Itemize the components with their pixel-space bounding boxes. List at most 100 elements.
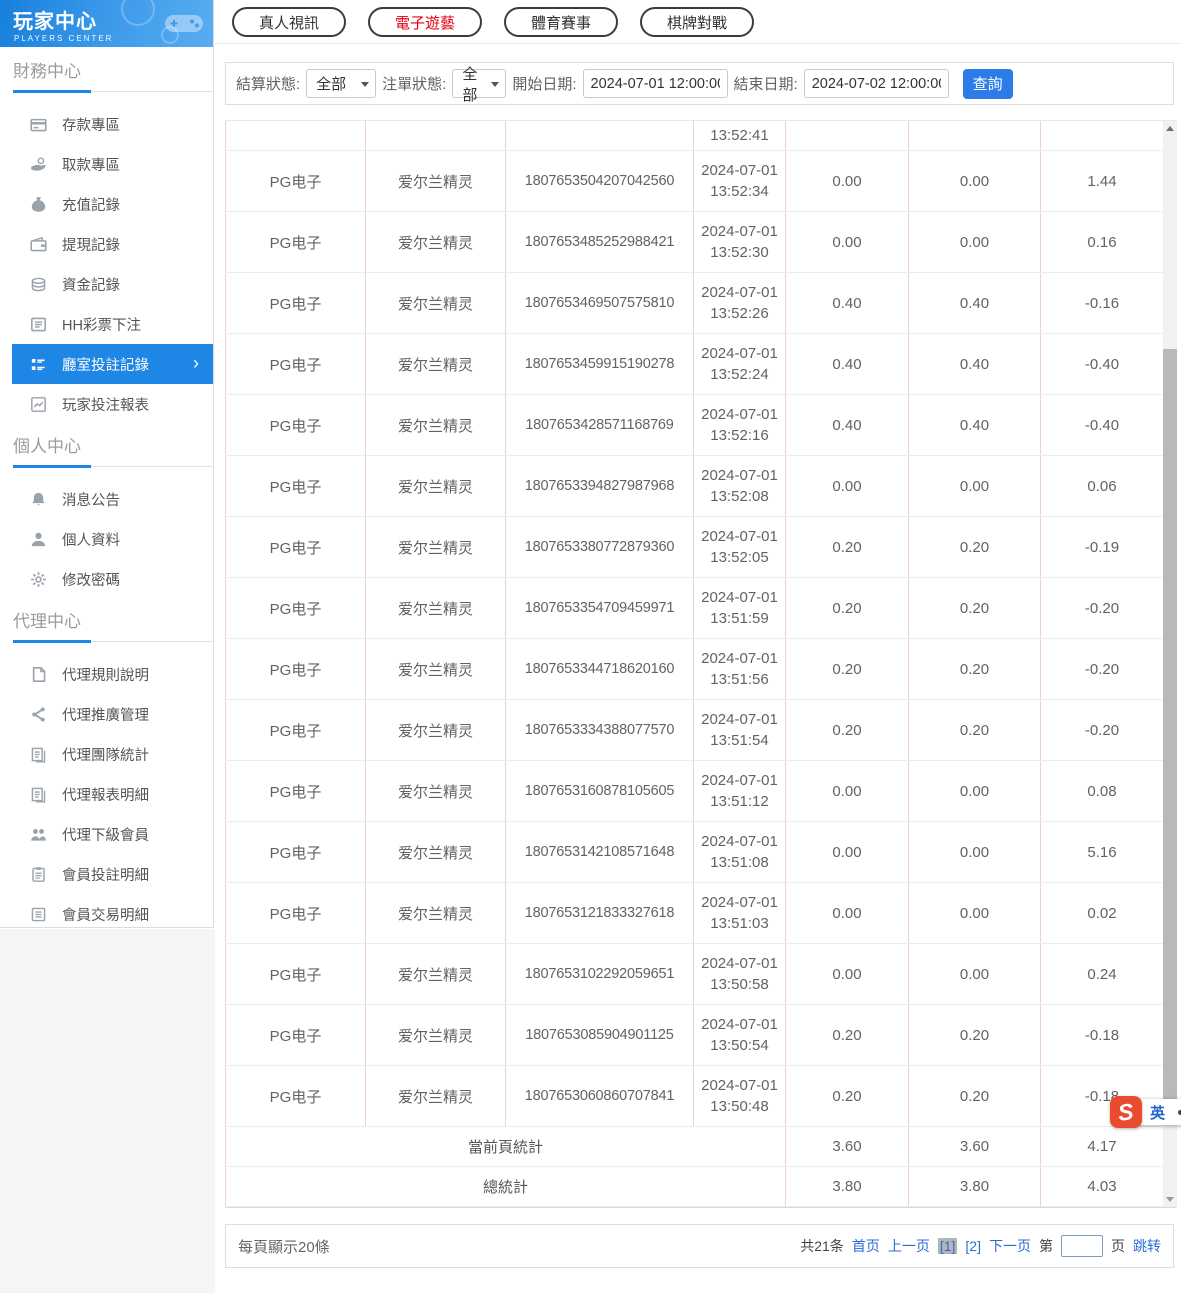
- section-underline: [13, 466, 213, 467]
- sidebar-background-filler: [0, 929, 215, 1293]
- partial-scrolled-row: 13:52:41: [226, 121, 1164, 151]
- sidebar-item[interactable]: 資金記錄 ›: [12, 264, 213, 304]
- game-cell: 爱尔兰精灵: [366, 700, 506, 761]
- platform-cell: PG电子: [226, 212, 366, 273]
- partial-row-time: 13:52:41: [694, 121, 786, 151]
- bet-amount-cell: 0.00: [786, 151, 909, 212]
- valid-bet-cell: 0.00: [909, 456, 1041, 517]
- profit-cell: 0.02: [1041, 883, 1164, 944]
- platform-cell: PG电子: [226, 456, 366, 517]
- order-id-cell: 1807653354709459971: [506, 578, 694, 639]
- category-tab[interactable]: 棋牌對戰: [640, 7, 754, 37]
- agent-promo-share-icon: [30, 706, 47, 723]
- jump-button[interactable]: 跳转: [1133, 1236, 1161, 1256]
- order-id-cell: 1807653344718620160: [506, 639, 694, 700]
- sidebar-item[interactable]: 代理規則說明 ›: [12, 654, 213, 694]
- datetime-cell: 2024-07-0113:51:12: [694, 761, 786, 822]
- start-date-input[interactable]: [583, 69, 728, 98]
- sidebar-item[interactable]: 玩家投注報表 ›: [12, 384, 213, 424]
- first-page-link[interactable]: 首页: [852, 1236, 880, 1256]
- sidebar-item-label: 存款專區: [62, 114, 120, 135]
- datetime-cell: 2024-07-0113:50:58: [694, 944, 786, 1005]
- profit-cell: -0.18: [1041, 1005, 1164, 1066]
- valid-bet-cell: 0.20: [909, 578, 1041, 639]
- game-cell: 爱尔兰精灵: [366, 1005, 506, 1066]
- sidebar-item[interactable]: HH彩票下注 ›: [12, 304, 213, 344]
- gamepad-icon: [163, 8, 205, 38]
- page-number-link[interactable]: [1]: [938, 1238, 958, 1254]
- game-cell: 爱尔兰精灵: [366, 517, 506, 578]
- prev-page-link[interactable]: 上一页: [888, 1236, 930, 1256]
- profit-cell: -0.16: [1041, 273, 1164, 334]
- report-detail-icon: [30, 786, 47, 803]
- scroll-down-arrow-icon[interactable]: [1163, 1191, 1177, 1207]
- bet-amount-cell: 0.40: [786, 395, 909, 456]
- jump-suffix-label: 页: [1111, 1236, 1125, 1256]
- caret-down-icon: [491, 82, 499, 87]
- game-cell: 爱尔兰精灵: [366, 944, 506, 1005]
- page-number-link[interactable]: [2]: [965, 1238, 981, 1254]
- category-tab[interactable]: 真人視訊: [232, 7, 346, 37]
- sidebar-item[interactable]: 代理推廣管理 ›: [12, 694, 213, 734]
- sidebar-item-label: 取款專區: [62, 154, 120, 175]
- sidebar-item[interactable]: 修改密碼 ›: [12, 559, 213, 599]
- valid-bet-cell: 0.00: [909, 944, 1041, 1005]
- summary-profit: 4.03: [1041, 1167, 1164, 1207]
- end-date-input[interactable]: [804, 69, 949, 98]
- jump-page-input[interactable]: [1061, 1235, 1103, 1257]
- bet-amount-cell: 0.40: [786, 273, 909, 334]
- category-tab[interactable]: 電子遊藝: [368, 7, 482, 37]
- platform-cell: PG电子: [226, 395, 366, 456]
- sidebar-item[interactable]: 個人資料 ›: [12, 519, 213, 559]
- sidebar-item[interactable]: 會員交易明細 ›: [12, 894, 213, 928]
- player-report-chart-icon: [30, 396, 47, 413]
- table-row: PG电子 爱尔兰精灵 1807653085904901125 2024-07-0…: [226, 1005, 1164, 1066]
- order-id-cell: 1807653428571168769: [506, 395, 694, 456]
- datetime-cell: 2024-07-0113:51:08: [694, 822, 786, 883]
- valid-bet-cell: 0.20: [909, 517, 1041, 578]
- sidebar-item[interactable]: 會員投註明細 ›: [12, 854, 213, 894]
- filter-bar: 結算狀態: 全部 注單狀態: 全部 開始日期: 結束日期: 查詢: [225, 62, 1174, 105]
- settle-status-select[interactable]: 全部: [306, 69, 376, 98]
- section-title: 財務中心: [13, 57, 213, 82]
- scrollbar-thumb[interactable]: [1163, 349, 1177, 1119]
- profit-cell: -0.20: [1041, 639, 1164, 700]
- sidebar-item-label: 代理團隊統計: [62, 744, 149, 765]
- valid-bet-cell: 0.40: [909, 334, 1041, 395]
- table-row: PG电子 爱尔兰精灵 1807653428571168769 2024-07-0…: [226, 395, 1164, 456]
- sidebar-item[interactable]: 充值記錄 ›: [12, 184, 213, 224]
- agent-rules-document-icon: [30, 666, 47, 683]
- category-tab[interactable]: 體育賽事: [504, 7, 618, 37]
- next-page-link[interactable]: 下一页: [989, 1236, 1031, 1256]
- sidebar-item[interactable]: 取款專區 ›: [12, 144, 213, 184]
- platform-cell: PG电子: [226, 639, 366, 700]
- scroll-up-arrow-icon[interactable]: [1163, 121, 1177, 137]
- sidebar-item-label: 提現記錄: [62, 234, 120, 255]
- datetime-cell: 2024-07-0113:52:08: [694, 456, 786, 517]
- table-row: PG电子 爱尔兰精灵 1807653485252988421 2024-07-0…: [226, 212, 1164, 273]
- datetime-cell: 2024-07-0113:52:34: [694, 151, 786, 212]
- lottery-bet-icon: [30, 316, 47, 333]
- game-cell: 爱尔兰精灵: [366, 883, 506, 944]
- sidebar-item[interactable]: 提現記錄 ›: [12, 224, 213, 264]
- sidebar-item[interactable]: 廳室投註記錄 ›: [12, 344, 213, 384]
- profit-cell: 0.06: [1041, 456, 1164, 517]
- sidebar-item[interactable]: 代理報表明細 ›: [12, 774, 213, 814]
- sidebar-item[interactable]: 消息公告 ›: [12, 479, 213, 519]
- ime-indicator[interactable]: 英 S: [1110, 1096, 1181, 1132]
- sidebar-item-label: 會員交易明細: [62, 904, 149, 925]
- vertical-scrollbar[interactable]: [1163, 121, 1177, 1207]
- query-button[interactable]: 查詢: [963, 69, 1013, 99]
- sidebar-item[interactable]: 代理團隊統計 ›: [12, 734, 213, 774]
- valid-bet-cell: 0.20: [909, 700, 1041, 761]
- profit-cell: -0.40: [1041, 334, 1164, 395]
- sidebar-item[interactable]: 代理下級會員 ›: [12, 814, 213, 854]
- order-status-select[interactable]: 全部: [452, 69, 506, 98]
- sidebar-item[interactable]: 存款專區 ›: [12, 104, 213, 144]
- table-row: PG电子 爱尔兰精灵 1807653459915190278 2024-07-0…: [226, 334, 1164, 395]
- profile-user-icon: [30, 531, 47, 548]
- pagination-controls: 共21条 首页 上一页 [1] [2] 下一页 第 页 跳转: [800, 1235, 1161, 1257]
- funds-record-icon: [30, 276, 47, 293]
- datetime-cell: 2024-07-0113:51:56: [694, 639, 786, 700]
- summary-valid: 3.60: [909, 1127, 1041, 1167]
